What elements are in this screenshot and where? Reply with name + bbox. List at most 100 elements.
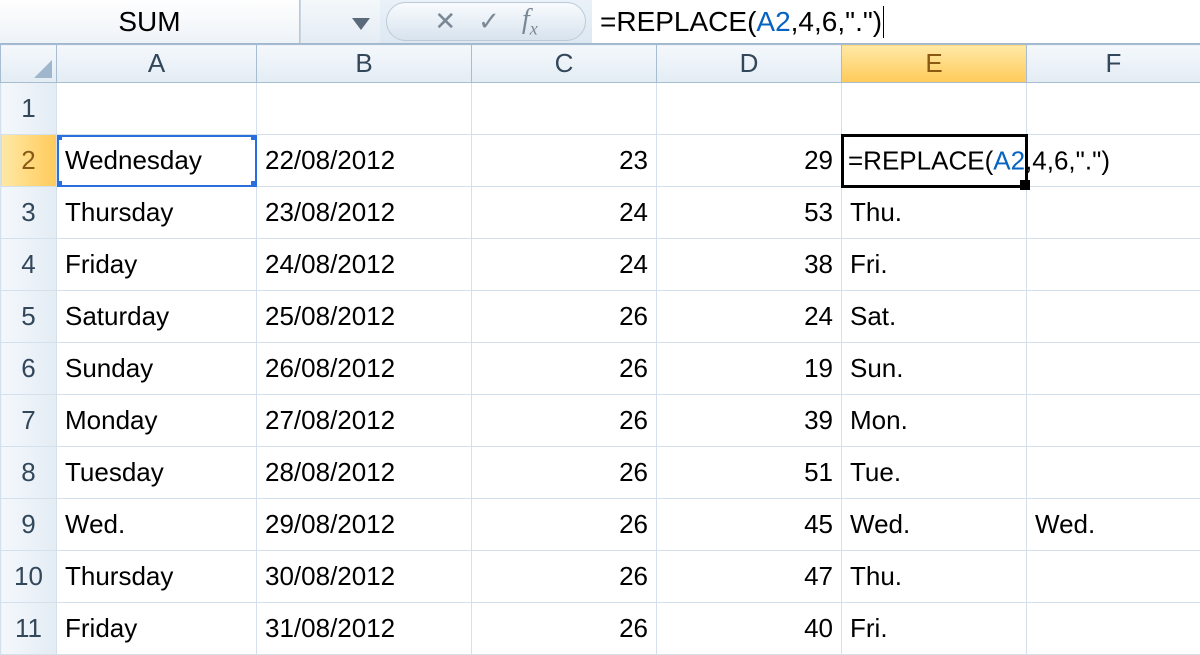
cell-C6[interactable]: 26 xyxy=(472,343,657,395)
row-6: 6 Sunday 26/08/2012 26 19 Sun. xyxy=(1,343,1200,395)
cell-D10[interactable]: 47 xyxy=(657,551,842,603)
cell-B10[interactable]: 30/08/2012 xyxy=(257,551,472,603)
cell-F7[interactable] xyxy=(1027,395,1200,447)
row-header-6[interactable]: 6 xyxy=(1,343,57,395)
cell-A4[interactable]: Friday xyxy=(57,239,257,291)
name-box-dropdown[interactable] xyxy=(300,0,380,43)
formula-bar: SUM ✕ ✓ fx =REPLACE(A2,4,6,".") xyxy=(0,0,1200,44)
col-header-B[interactable]: B xyxy=(257,45,472,83)
col-header-D[interactable]: D xyxy=(657,45,842,83)
cell-B4[interactable]: 24/08/2012 xyxy=(257,239,472,291)
cell-E1[interactable] xyxy=(842,83,1027,135)
cell-D3[interactable]: 53 xyxy=(657,187,842,239)
cell-D7[interactable]: 39 xyxy=(657,395,842,447)
fx-icon[interactable]: fx xyxy=(522,4,538,40)
row-header-10[interactable]: 10 xyxy=(1,551,57,603)
row-header-8[interactable]: 8 xyxy=(1,447,57,499)
cell-B9[interactable]: 29/08/2012 xyxy=(257,499,472,551)
cell-F1[interactable] xyxy=(1027,83,1200,135)
cell-C8[interactable]: 26 xyxy=(472,447,657,499)
cell-A7[interactable]: Monday xyxy=(57,395,257,447)
enter-icon[interactable]: ✓ xyxy=(478,6,500,37)
row-9: 9 Wed. 29/08/2012 26 45 Wed. Wed. xyxy=(1,499,1200,551)
row-header-3[interactable]: 3 xyxy=(1,187,57,239)
cell-B11[interactable]: 31/08/2012 xyxy=(257,603,472,655)
cell-F6[interactable] xyxy=(1027,343,1200,395)
cell-D2[interactable]: 29 xyxy=(657,135,842,187)
row-header-9[interactable]: 9 xyxy=(1,499,57,551)
cell-D5[interactable]: 24 xyxy=(657,291,842,343)
col-header-F[interactable]: F xyxy=(1027,45,1200,83)
cell-E6[interactable]: Sun. xyxy=(842,343,1027,395)
cell-E4[interactable]: Fri. xyxy=(842,239,1027,291)
row-10: 10 Thursday 30/08/2012 26 47 Thu. xyxy=(1,551,1200,603)
cell-C2[interactable]: 23 xyxy=(472,135,657,187)
cell-B6[interactable]: 26/08/2012 xyxy=(257,343,472,395)
row-4: 4 Friday 24/08/2012 24 38 Fri. xyxy=(1,239,1200,291)
cell-C5[interactable]: 26 xyxy=(472,291,657,343)
row-header-11[interactable]: 11 xyxy=(1,603,57,655)
cell-C9[interactable]: 26 xyxy=(472,499,657,551)
row-header-4[interactable]: 4 xyxy=(1,239,57,291)
cell-A3[interactable]: Thursday xyxy=(57,187,257,239)
cell-A11[interactable]: Friday xyxy=(57,603,257,655)
cell-D1[interactable] xyxy=(657,83,842,135)
cell-F11[interactable] xyxy=(1027,603,1200,655)
cell-A1[interactable] xyxy=(57,83,257,135)
cell-C4[interactable]: 24 xyxy=(472,239,657,291)
cancel-icon[interactable]: ✕ xyxy=(434,6,456,37)
row-8: 8 Tuesday 28/08/2012 26 51 Tue. xyxy=(1,447,1200,499)
cell-E3[interactable]: Thu. xyxy=(842,187,1027,239)
cell-F8[interactable] xyxy=(1027,447,1200,499)
chevron-down-icon xyxy=(352,6,370,37)
cell-E9[interactable]: Wed. xyxy=(842,499,1027,551)
row-1: 1 xyxy=(1,83,1200,135)
cell-C10[interactable]: 26 xyxy=(472,551,657,603)
cell-A8[interactable]: Tuesday xyxy=(57,447,257,499)
col-header-C[interactable]: C xyxy=(472,45,657,83)
row-header-2[interactable]: 2 xyxy=(1,135,57,187)
row-header-5[interactable]: 5 xyxy=(1,291,57,343)
cell-A9[interactable]: Wed. xyxy=(57,499,257,551)
cell-E5[interactable]: Sat. xyxy=(842,291,1027,343)
spreadsheet-grid[interactable]: A B C D E F 1 2 Wednesday 22/08/2012 23 … xyxy=(0,44,1200,655)
row-3: 3 Thursday 23/08/2012 24 53 Thu. xyxy=(1,187,1200,239)
cell-F3[interactable] xyxy=(1027,187,1200,239)
cell-E2[interactable]: =REPLACE(A2,4,6,".") xyxy=(842,135,1027,187)
cell-F4[interactable] xyxy=(1027,239,1200,291)
cell-F10[interactable] xyxy=(1027,551,1200,603)
cell-A10[interactable]: Thursday xyxy=(57,551,257,603)
cell-E2-editing: =REPLACE(A2,4,6,".") xyxy=(848,145,1110,176)
cell-D9[interactable]: 45 xyxy=(657,499,842,551)
cell-E10[interactable]: Thu. xyxy=(842,551,1027,603)
formula-input[interactable]: =REPLACE(A2,4,6,".") xyxy=(592,0,1200,43)
cell-D4[interactable]: 38 xyxy=(657,239,842,291)
cell-F5[interactable] xyxy=(1027,291,1200,343)
cell-E11[interactable]: Fri. xyxy=(842,603,1027,655)
cell-C3[interactable]: 24 xyxy=(472,187,657,239)
cell-B8[interactable]: 28/08/2012 xyxy=(257,447,472,499)
cell-A5[interactable]: Saturday xyxy=(57,291,257,343)
name-box[interactable]: SUM xyxy=(0,0,299,43)
cell-B2[interactable]: 22/08/2012 xyxy=(257,135,472,187)
row-header-7[interactable]: 7 xyxy=(1,395,57,447)
cell-B5[interactable]: 25/08/2012 xyxy=(257,291,472,343)
cell-B7[interactable]: 27/08/2012 xyxy=(257,395,472,447)
cell-C7[interactable]: 26 xyxy=(472,395,657,447)
row-header-1[interactable]: 1 xyxy=(1,83,57,135)
cell-D6[interactable]: 19 xyxy=(657,343,842,395)
cell-E8[interactable]: Tue. xyxy=(842,447,1027,499)
cell-D8[interactable]: 51 xyxy=(657,447,842,499)
col-header-E[interactable]: E xyxy=(842,45,1027,83)
cell-D11[interactable]: 40 xyxy=(657,603,842,655)
cell-E7[interactable]: Mon. xyxy=(842,395,1027,447)
select-all-corner[interactable] xyxy=(1,45,57,83)
cell-B1[interactable] xyxy=(257,83,472,135)
cell-A6[interactable]: Sunday xyxy=(57,343,257,395)
cell-C1[interactable] xyxy=(472,83,657,135)
cell-B3[interactable]: 23/08/2012 xyxy=(257,187,472,239)
cell-C11[interactable]: 26 xyxy=(472,603,657,655)
col-header-A[interactable]: A xyxy=(57,45,257,83)
cell-A2[interactable]: Wednesday xyxy=(57,135,257,187)
cell-F9[interactable]: Wed. xyxy=(1027,499,1200,551)
